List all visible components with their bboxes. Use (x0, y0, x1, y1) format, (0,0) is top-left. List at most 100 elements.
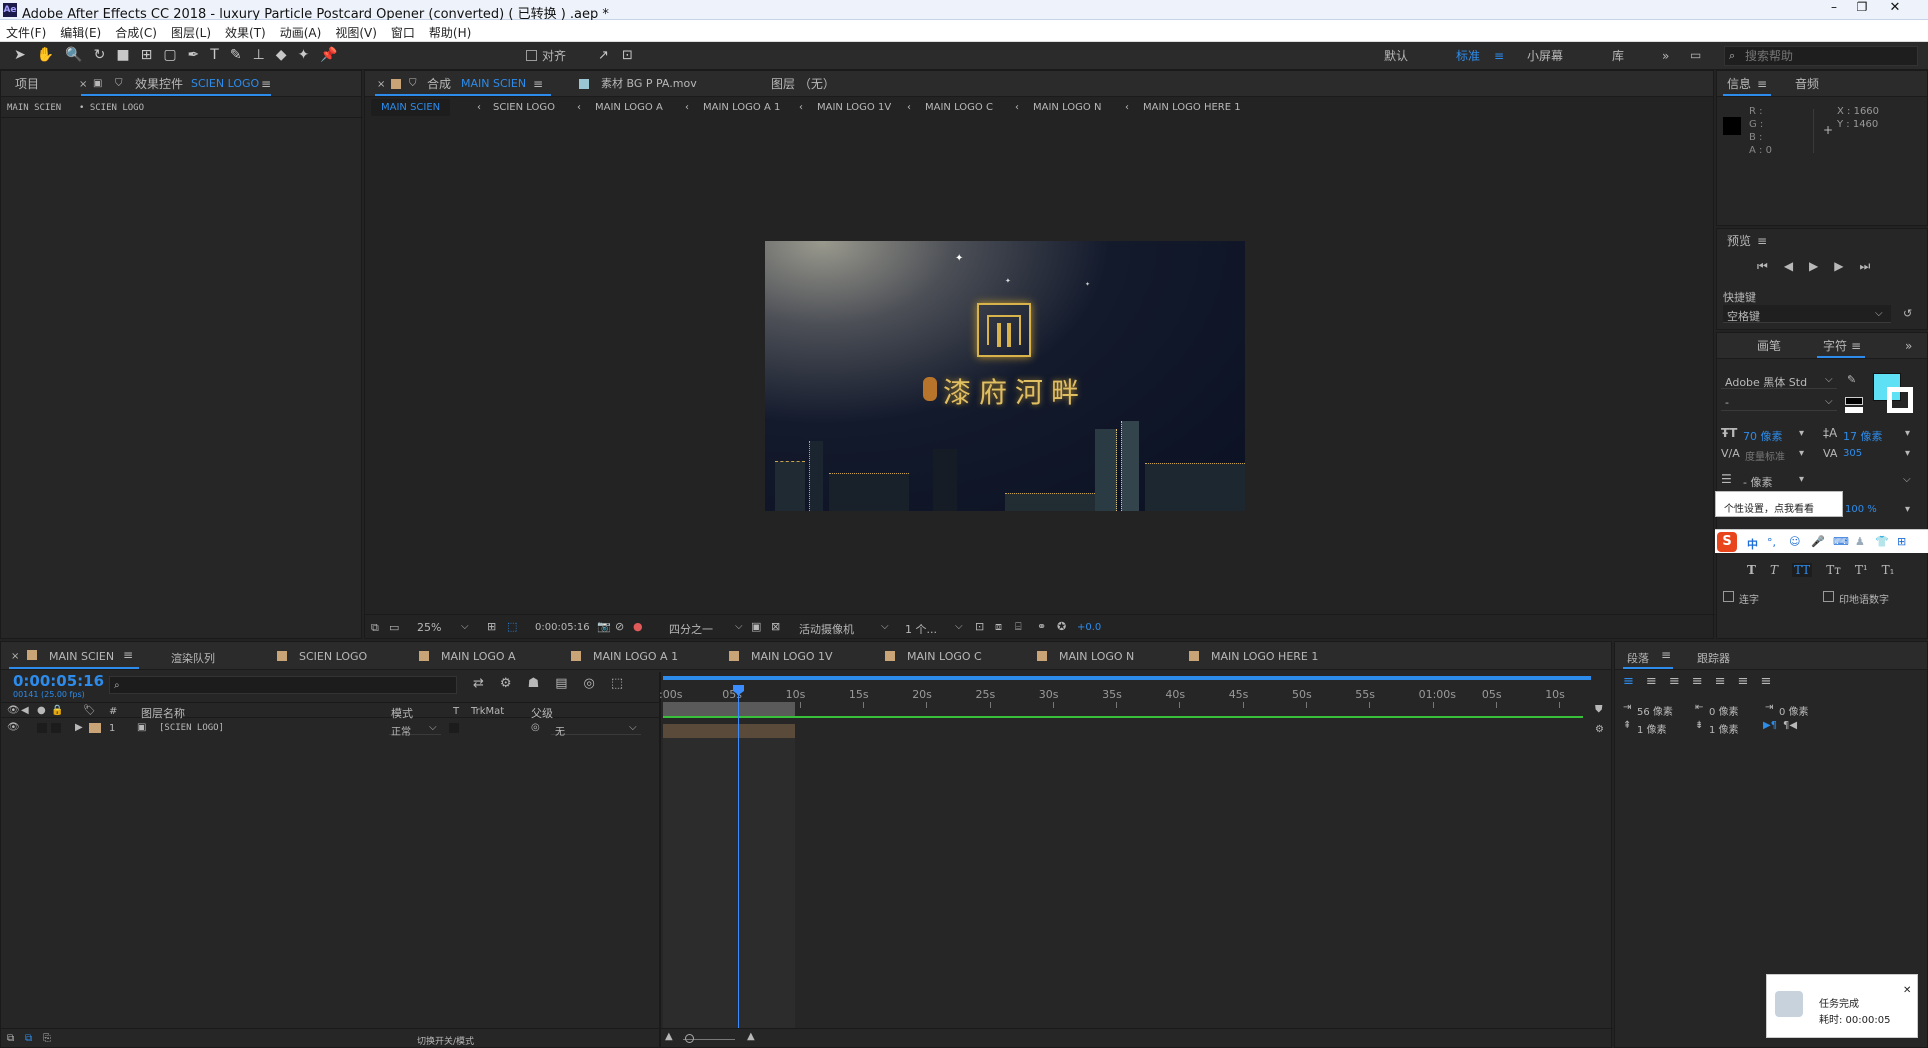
play-icon[interactable]: ▶ (1809, 259, 1818, 274)
lock-box[interactable] (51, 723, 61, 733)
frame-blending-icon[interactable]: ▤ (555, 676, 567, 691)
menu-item[interactable]: 文件(F) (6, 24, 46, 41)
font-family-select[interactable]: Adobe 黑体 Std ⌵ (1721, 371, 1837, 389)
monitor-icon[interactable]: ▭ (389, 621, 399, 634)
small-caps-button[interactable]: Tт (1826, 563, 1841, 577)
flow-item[interactable]: MAIN LOGO A (595, 102, 663, 113)
menu-item[interactable]: 视图(V) (335, 24, 377, 41)
menu-item[interactable]: 合成(C) (115, 24, 157, 41)
tab-paragraph[interactable]: 段落 (1627, 650, 1649, 666)
menu-item[interactable]: 效果(T) (225, 24, 266, 41)
motion-blur-icon[interactable]: ◎ (584, 676, 595, 691)
hindi-digits-checkbox[interactable] (1823, 591, 1834, 602)
close-icon[interactable]: ✕ (1903, 985, 1911, 996)
justify-left-icon[interactable]: ≡ (1692, 674, 1703, 689)
chevron-down-icon[interactable]: ▾ (1905, 428, 1910, 439)
microphone-icon[interactable]: 🎤 (1811, 535, 1825, 548)
panel-menu-icon[interactable]: ≡ (533, 78, 543, 90)
snap-grid-icon[interactable]: ⊡ (622, 48, 633, 63)
tab-layer[interactable]: 图层 （无） (771, 78, 835, 90)
white-swatch[interactable] (1845, 407, 1863, 413)
solo-box[interactable] (37, 723, 47, 733)
brush-tool-icon[interactable]: ✎ (230, 47, 242, 63)
task-complete-notification[interactable]: 任务完成 耗时: 00:00:05 ✕ (1766, 974, 1918, 1038)
space-before-value[interactable]: 1 像素 (1637, 721, 1667, 736)
faux-bold-button[interactable]: T (1747, 563, 1756, 577)
layer-switches-icon[interactable]: ⧉ (7, 1033, 14, 1044)
last-frame-icon[interactable]: ⏭ (1860, 259, 1871, 274)
time-ruler[interactable]: :00s 05s 10s 15s 20s 25s 30s 35s 40s 45s 50s 55s 01:… (659, 672, 1591, 716)
ligature-checkbox[interactable] (1723, 591, 1734, 602)
render-queue-tab[interactable]: 渲染队列 (171, 650, 215, 666)
chevron-down-icon[interactable]: ▾ (1799, 448, 1804, 459)
chevron-down-icon[interactable]: ⌵ (955, 621, 963, 632)
lock-icon[interactable]: ▣ (93, 78, 102, 89)
visibility-icon[interactable]: 👁 (7, 722, 20, 733)
graph-editor-icon[interactable]: ⬚ (611, 676, 623, 691)
selection-tool-icon[interactable]: ➤ (14, 47, 26, 63)
close-window-button[interactable]: ✕ (1880, 0, 1910, 18)
comp-marker-icon[interactable]: ⛊ (1595, 704, 1603, 715)
skin-icon[interactable]: 👕 (1875, 535, 1889, 548)
timeline-tab[interactable]: MAIN LOGO A 1 (593, 650, 678, 663)
breadcrumb-main[interactable]: MAIN SCIEN (7, 103, 61, 113)
menu-item[interactable]: 窗口 (391, 24, 415, 41)
region-icon[interactable]: ▣ (751, 620, 761, 633)
tab-paint[interactable]: 画笔 (1757, 340, 1781, 352)
comp-tab-name[interactable]: MAIN SCIEN (461, 78, 526, 89)
shortcut-select[interactable]: 空格键 ⌵ (1723, 305, 1891, 323)
layer-duration-bar[interactable] (663, 724, 795, 738)
close-tab-icon[interactable]: × (377, 79, 385, 90)
workspace-menu-icon[interactable]: ≡ (1494, 50, 1504, 62)
black-swatch[interactable] (1845, 397, 1863, 405)
chevron-down-icon[interactable]: ▾ (1905, 448, 1910, 459)
rotate-tool-icon[interactable]: ↻ (94, 47, 106, 63)
panel-menu-icon[interactable]: ≡ (1757, 235, 1767, 247)
tab-tracker[interactable]: 跟踪器 (1697, 650, 1730, 666)
transparency-icon[interactable]: ⊠ (771, 620, 780, 633)
tracking-value[interactable]: 305 (1843, 448, 1862, 459)
shy-layers-icon[interactable]: ☗ (528, 676, 540, 691)
menu-item[interactable]: 帮助(H) (429, 24, 471, 41)
camera-tool-icon[interactable]: ■ (116, 47, 129, 63)
lock-icon[interactable]: ⛉ (409, 78, 417, 89)
tab-character[interactable]: 字符 (1823, 340, 1847, 352)
emoji-icon[interactable]: ☺ (1789, 535, 1800, 548)
timeline-tab-main[interactable]: MAIN SCIEN (49, 650, 114, 663)
layer-parent-select[interactable]: 无 ⌵ (551, 721, 641, 738)
fit-icon[interactable]: ⊞ (487, 620, 496, 633)
puppet-tool-icon[interactable]: 📌 (320, 47, 337, 63)
pick-whip-icon[interactable]: ◎ (531, 722, 540, 733)
subscript-button[interactable]: T₁ (1882, 563, 1895, 577)
scale-value[interactable]: 100 % (1845, 504, 1877, 515)
superscript-button[interactable]: T¹ (1855, 563, 1868, 577)
toggle-switches-modes[interactable]: 切换开关/模式 (417, 1034, 474, 1047)
chevron-down-icon[interactable]: ▾ (1799, 474, 1804, 485)
table-row[interactable]: 👁 ▶ 1 ▣ [SCIEN LOGO] 正常 ⌵ ◎ 无 ⌵ (1, 720, 659, 738)
indent-right-value[interactable]: 0 像素 (1709, 703, 1739, 718)
in-out-icon[interactable]: ⎘ (43, 1033, 51, 1044)
align-center-icon[interactable]: ≡ (1646, 674, 1657, 689)
tab-project[interactable]: 项目 (15, 78, 39, 90)
panel-menu-icon[interactable]: ≡ (1661, 649, 1671, 661)
timeline-tab[interactable]: MAIN LOGO 1V (751, 650, 833, 663)
timeline-tab[interactable]: MAIN LOGO N (1059, 650, 1134, 663)
close-tab-icon[interactable]: × (11, 651, 19, 662)
zoom-out-icon[interactable]: ▲ (665, 1031, 673, 1042)
lock-icon-2[interactable]: ⛉ (115, 78, 123, 89)
zoom-in-icon[interactable]: ▲ (747, 1031, 755, 1042)
clone-stamp-tool-icon[interactable]: ⊥ (253, 47, 265, 63)
first-frame-icon[interactable]: ⏮ (1757, 259, 1768, 274)
comp-tab-prefix[interactable]: 合成 (427, 78, 451, 90)
close-tab-icon[interactable]: × (79, 79, 87, 90)
align-right-icon[interactable]: ≡ (1669, 674, 1680, 689)
reset-exposure-icon[interactable]: ✪ (1057, 620, 1066, 633)
sync-settings-icon[interactable]: ▭ (1690, 49, 1701, 61)
zoom-select[interactable]: 25% (417, 621, 441, 634)
tab-info[interactable]: 信息 (1727, 78, 1751, 90)
hand-tool-icon[interactable]: ✋ (37, 47, 54, 63)
panel-menu-icon[interactable]: ≡ (261, 78, 271, 90)
prev-frame-icon[interactable]: ◀ (1784, 259, 1793, 274)
eyedropper-icon[interactable]: ✎ (1847, 373, 1856, 386)
pen-tool-icon[interactable]: ✒ (188, 47, 200, 63)
